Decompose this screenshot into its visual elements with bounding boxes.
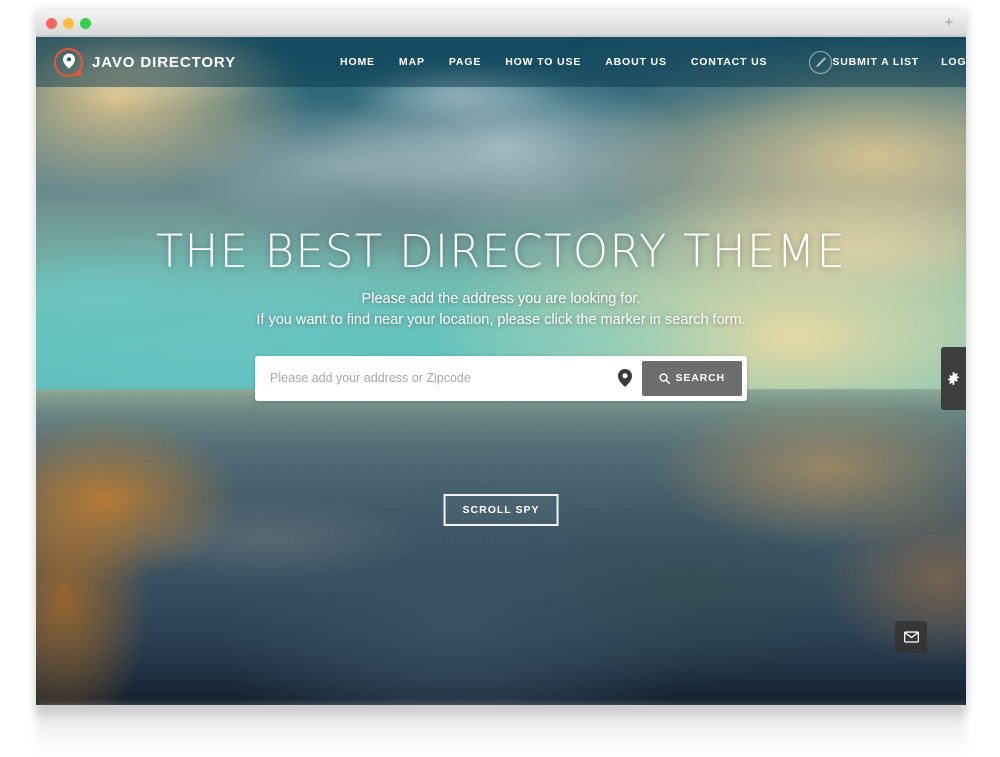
nav-item-page[interactable]: PAGE xyxy=(449,56,481,68)
window-minimize-button[interactable] xyxy=(63,18,74,29)
site-header: JAVO DIRECTORY HOME MAP PAGE HOW TO USE … xyxy=(36,37,966,87)
search-button[interactable]: SEARCH xyxy=(641,360,742,396)
brand-logo[interactable]: JAVO DIRECTORY xyxy=(54,47,237,77)
hero-section: THE BEST DIRECTORY THEME Please add the … xyxy=(36,225,966,401)
main-navigation: HOME MAP PAGE HOW TO USE ABOUT US CONTAC… xyxy=(340,50,833,74)
map-pin-circle-logo-icon xyxy=(54,47,83,77)
browser-chrome: + xyxy=(36,10,966,36)
nav-item-home[interactable]: HOME xyxy=(340,56,375,68)
map-marker-icon xyxy=(617,369,632,388)
hero-background-city-texture xyxy=(36,389,966,705)
header-right-actions: SUBMIT A LIST LOGIN xyxy=(832,56,966,69)
search-input[interactable] xyxy=(260,360,608,396)
new-tab-button[interactable]: + xyxy=(940,14,958,32)
nav-item-how-to-use[interactable]: HOW TO USE xyxy=(505,56,581,68)
submit-a-list-button[interactable]: SUBMIT A LIST xyxy=(832,56,919,68)
magnifier-icon xyxy=(658,372,670,384)
nav-item-about-us[interactable]: ABOUT US xyxy=(605,56,667,68)
nav-item-contact-us[interactable]: CONTACT US xyxy=(691,56,768,68)
pencil-circle-icon[interactable] xyxy=(809,50,833,74)
hero-search-form: SEARCH xyxy=(255,355,747,401)
hero-subtitle-line-2: If you want to find near your location, … xyxy=(256,311,746,328)
settings-panel-toggle[interactable] xyxy=(941,347,966,410)
login-button[interactable]: LOGIN xyxy=(941,56,966,68)
hero-subtitle: Please add the address you are looking f… xyxy=(36,289,966,330)
contact-mail-button[interactable] xyxy=(895,621,927,653)
browser-window: + JAVO DIRECTORY HOME MAP PAGE HOW TO US… xyxy=(36,10,966,705)
logo-dot xyxy=(76,69,82,76)
map-marker-icon-button[interactable] xyxy=(608,361,642,396)
window-close-button[interactable] xyxy=(46,18,57,29)
search-button-label: SEARCH xyxy=(675,372,725,385)
hero-subtitle-line-1: Please add the address you are looking f… xyxy=(361,291,641,308)
hero-title: THE BEST DIRECTORY THEME xyxy=(155,225,847,278)
window-maximize-button[interactable] xyxy=(80,18,91,29)
window-drop-shadow xyxy=(36,705,966,757)
envelope-icon xyxy=(903,631,919,643)
window-traffic-lights xyxy=(46,18,91,29)
gear-icon xyxy=(948,372,959,385)
logo-pin-icon xyxy=(62,53,75,69)
nav-item-map[interactable]: MAP xyxy=(399,56,425,68)
scroll-spy-button[interactable]: SCROLL SPY xyxy=(443,494,559,526)
page-viewport: JAVO DIRECTORY HOME MAP PAGE HOW TO USE … xyxy=(36,37,966,705)
brand-name: JAVO DIRECTORY xyxy=(92,53,237,71)
